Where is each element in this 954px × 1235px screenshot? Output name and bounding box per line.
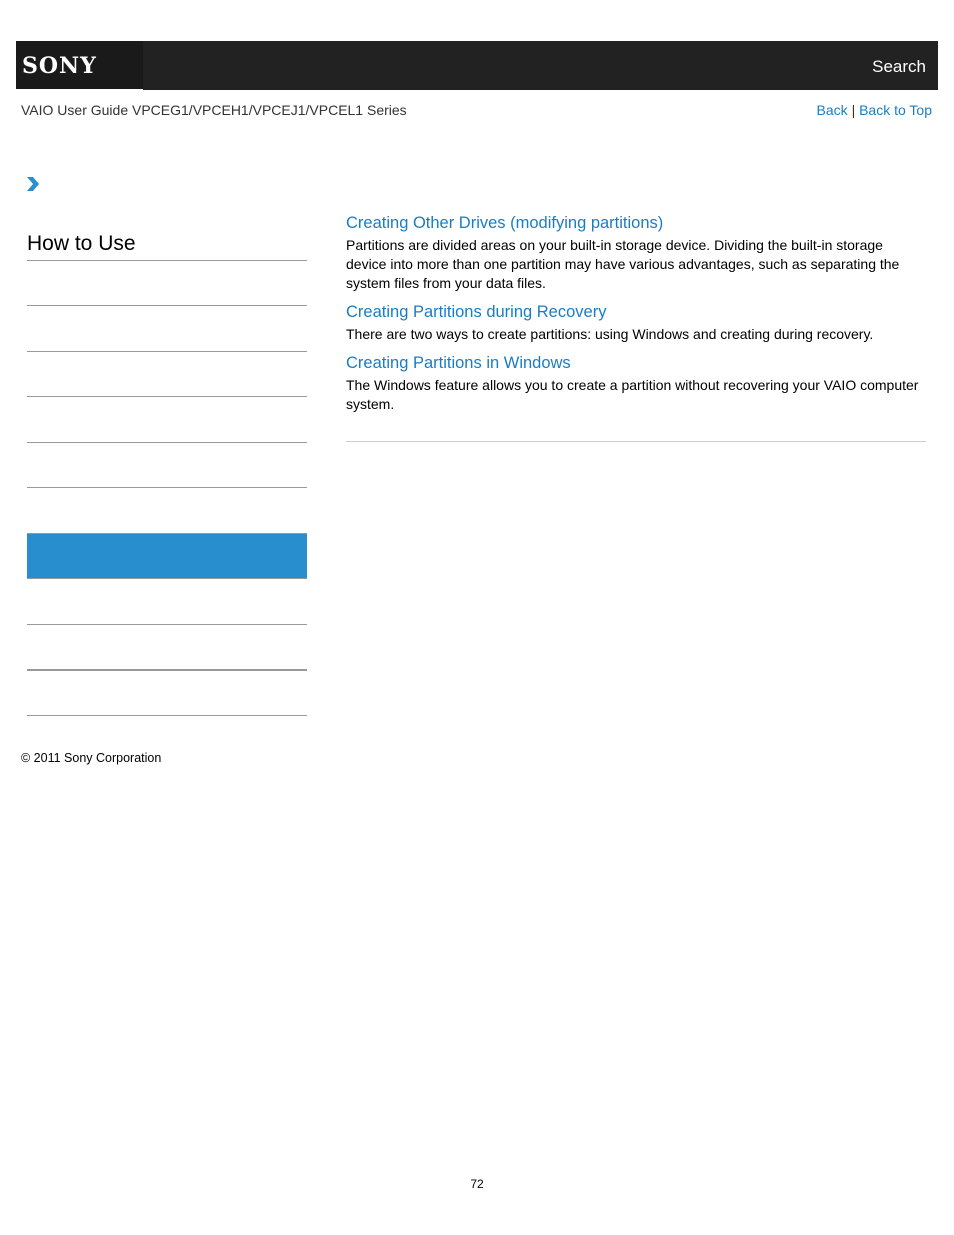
topic-item: Creating Partitions during Recovery Ther… bbox=[346, 302, 926, 344]
sidebar-item-3[interactable] bbox=[27, 352, 307, 396]
sidebar-item-4[interactable] bbox=[27, 397, 307, 441]
top-bar: SONY Search bbox=[16, 41, 938, 90]
topic-description: The Windows feature allows you to create… bbox=[346, 377, 919, 412]
sidebar-item-1[interactable] bbox=[27, 261, 307, 305]
page-number: 72 bbox=[470, 1177, 484, 1191]
sidebar-item-8[interactable] bbox=[27, 625, 307, 669]
sidebar-item-5[interactable] bbox=[27, 443, 307, 487]
sony-logo-box: SONY bbox=[16, 41, 143, 90]
sidebar-heading: How to Use bbox=[27, 232, 136, 255]
search-button[interactable]: Search bbox=[872, 57, 926, 77]
topic-list: Creating Other Drives (modifying partiti… bbox=[346, 213, 926, 423]
topic-description: Partitions are divided areas on your bui… bbox=[346, 237, 900, 291]
topic-item: Creating Other Drives (modifying partiti… bbox=[346, 213, 926, 293]
topic-item: Creating Partitions in Windows The Windo… bbox=[346, 353, 926, 414]
sidebar-item-6-active[interactable] bbox=[27, 533, 307, 578]
back-link[interactable]: Back bbox=[817, 102, 848, 118]
copyright: © 2011 Sony Corporation bbox=[21, 751, 162, 765]
sidebar-divider bbox=[27, 487, 307, 488]
nav-separator: | bbox=[851, 102, 856, 118]
sidebar-divider bbox=[27, 715, 307, 716]
topic-description: There are two ways to create partitions:… bbox=[346, 326, 874, 342]
topic-link-partitions-during-recovery[interactable]: Creating Partitions during Recovery bbox=[346, 302, 926, 323]
topic-link-partitions-in-windows[interactable]: Creating Partitions in Windows bbox=[346, 353, 926, 374]
nav-links: Back | Back to Top bbox=[817, 102, 932, 118]
sidebar-item-2[interactable] bbox=[27, 306, 307, 350]
sony-logo: SONY bbox=[22, 53, 97, 79]
topic-link-creating-other-drives[interactable]: Creating Other Drives (modifying partiti… bbox=[346, 213, 926, 234]
chevron-right-icon bbox=[27, 177, 39, 191]
content-divider bbox=[346, 441, 926, 442]
guide-title: VAIO User Guide VPCEG1/VPCEH1/VPCEJ1/VPC… bbox=[21, 102, 407, 118]
sidebar-item-9[interactable] bbox=[27, 671, 307, 715]
sidebar-item-7[interactable] bbox=[27, 579, 307, 623]
sidebar-divider bbox=[27, 533, 307, 534]
back-to-top-link[interactable]: Back to Top bbox=[859, 102, 932, 118]
